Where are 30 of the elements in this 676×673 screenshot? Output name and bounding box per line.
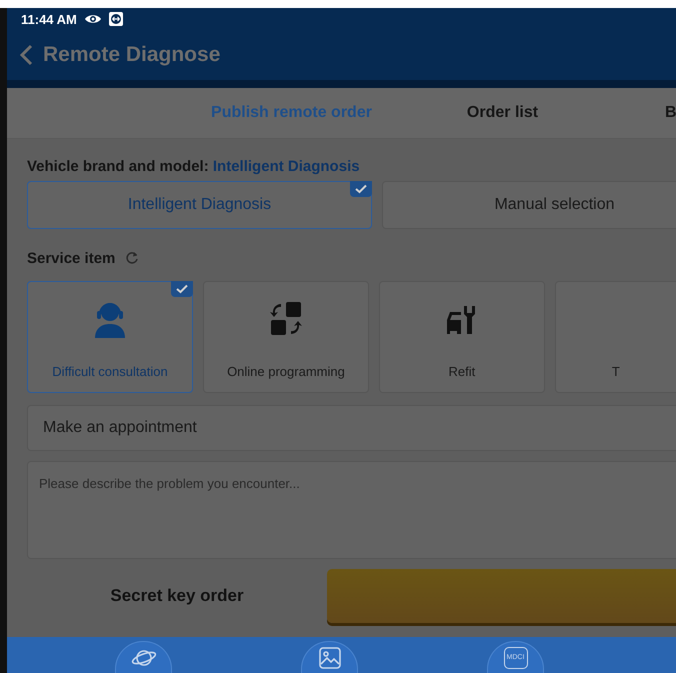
check-badge-icon (350, 181, 372, 197)
status-time: 11:44 AM (21, 12, 77, 26)
remote-app-icon (108, 12, 123, 26)
service-label: Refit (448, 364, 476, 379)
service-label: T (612, 364, 620, 379)
service-card[interactable]: Difficult consultation (27, 281, 193, 393)
image-icon (318, 646, 340, 668)
swap-squares-icon (268, 300, 303, 338)
headset-person-icon (92, 300, 127, 338)
check-badge-icon (170, 281, 193, 297)
service-label: Online programming (227, 364, 345, 379)
back-icon[interactable] (19, 44, 33, 66)
service-label: Difficult consultation (52, 364, 168, 379)
secret-key-label: Secret key order (109, 586, 245, 606)
page-title: Remote Diagnose (43, 43, 220, 67)
refresh-icon[interactable] (125, 251, 140, 265)
appointment-field[interactable]: Make an appointment (27, 405, 676, 451)
option-button[interactable]: Intelligent Diagnosis (27, 181, 372, 229)
service-card[interactable]: Refit (378, 281, 545, 393)
eye-icon (84, 14, 101, 24)
tab[interactable]: B (608, 88, 676, 138)
service-card[interactable]: T (554, 281, 676, 393)
nav-button[interactable] (115, 641, 172, 673)
vehicle-label: Vehicle brand and model: Intelligent Diagnosis (27, 156, 361, 176)
option-button[interactable]: Manual selection (382, 181, 676, 229)
service-card[interactable]: Online programming (202, 281, 369, 393)
nav-button[interactable] (301, 641, 358, 673)
description-field[interactable]: Please describe the problem you encounter... (27, 461, 676, 559)
section-label: Service item (27, 250, 116, 266)
tab[interactable]: Order list (397, 88, 608, 138)
